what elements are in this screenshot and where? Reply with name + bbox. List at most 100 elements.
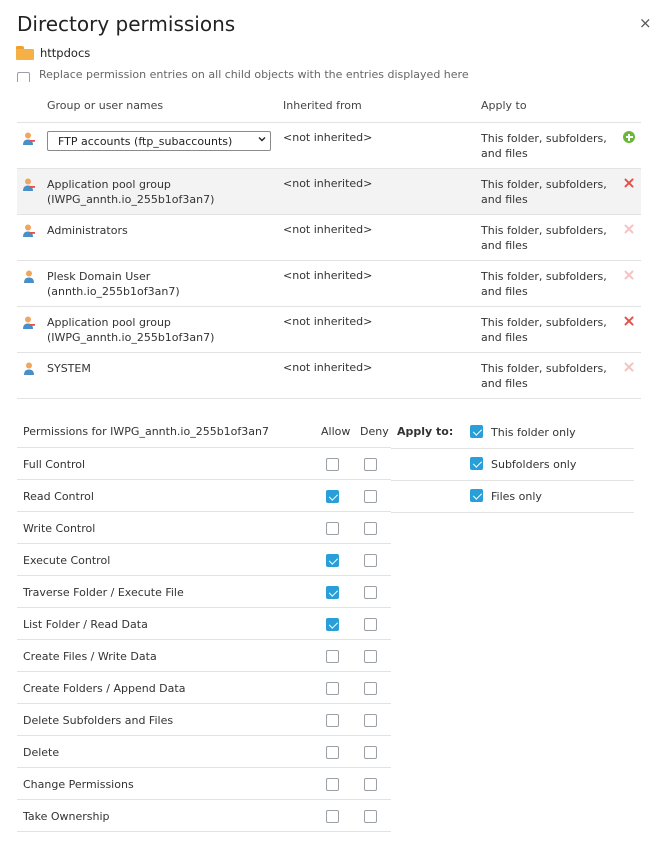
permission-row: Change Permissions xyxy=(17,767,391,799)
deny-checkbox[interactable] xyxy=(364,810,377,823)
permission-row: Create Files / Write Data xyxy=(17,639,391,671)
apply-to-option-label: Subfolders only xyxy=(491,458,577,471)
deny-checkbox[interactable] xyxy=(364,586,377,599)
user-row[interactable]: Application pool group (IWPG_annth.io_255… xyxy=(17,169,641,215)
folder-icon xyxy=(16,46,34,60)
divider xyxy=(17,398,641,399)
permission-label: Take Ownership xyxy=(23,810,110,823)
permission-label: Create Folders / Append Data xyxy=(23,682,186,695)
apply-to-text: This folder, subfolders, and files xyxy=(481,178,607,206)
permissions-header: Permissions for IWPG_annth.io_255b1of3an… xyxy=(17,418,391,446)
user-name: Application pool group (IWPG_annth.io_255… xyxy=(47,316,215,344)
replace-permissions-option[interactable]: Replace permission entries on all child … xyxy=(17,66,637,82)
allow-checkbox[interactable] xyxy=(326,490,339,503)
allow-checkbox[interactable] xyxy=(326,810,339,823)
user-row[interactable]: SYSTEM <not inherited> This folder, subf… xyxy=(17,353,641,399)
allow-checkbox[interactable] xyxy=(326,554,339,567)
apply-to-option-label: This folder only xyxy=(491,426,576,439)
inherited-from: <not inherited> xyxy=(283,315,373,328)
replace-permissions-checkbox[interactable] xyxy=(17,72,30,82)
user-select-value: FTP accounts (ftp_subaccounts) xyxy=(58,135,233,148)
permission-label: Read Control xyxy=(23,490,94,503)
permission-label: Create Files / Write Data xyxy=(23,650,157,663)
user-name: Administrators xyxy=(47,224,128,237)
user-icon xyxy=(24,362,34,375)
deny-checkbox[interactable] xyxy=(364,618,377,631)
permission-row: List Folder / Read Data xyxy=(17,607,391,639)
permission-row: Traverse Folder / Execute File xyxy=(17,575,391,607)
apply-to-text: This folder, subfolders, and files xyxy=(481,362,607,390)
user-name: Application pool group (IWPG_annth.io_255… xyxy=(47,178,215,206)
deny-checkbox[interactable] xyxy=(364,490,377,503)
header-inherited-from: Inherited from xyxy=(283,99,362,112)
permission-label: Traverse Folder / Execute File xyxy=(23,586,184,599)
apply-to-checkbox[interactable] xyxy=(470,425,483,438)
dialog-title: Directory permissions xyxy=(17,12,236,36)
replace-permissions-label: Replace permission entries on all child … xyxy=(39,68,469,81)
permission-label: Change Permissions xyxy=(23,778,134,791)
allow-checkbox[interactable] xyxy=(326,522,339,535)
folder-name: httpdocs xyxy=(40,46,91,60)
user-name: Plesk Domain User (annth.io_255b1of3an7) xyxy=(47,270,180,298)
group-icon xyxy=(23,178,35,191)
apply-to-option[interactable]: This folder only xyxy=(391,416,634,448)
deny-checkbox[interactable] xyxy=(364,458,377,471)
apply-to-checkbox[interactable] xyxy=(470,457,483,470)
allow-checkbox[interactable] xyxy=(326,650,339,663)
allow-checkbox[interactable] xyxy=(326,618,339,631)
permission-row: Create Folders / Append Data xyxy=(17,671,391,703)
deny-checkbox[interactable] xyxy=(364,714,377,727)
permission-label: Write Control xyxy=(23,522,96,535)
add-icon[interactable] xyxy=(623,131,635,143)
apply-to-text: This folder, subfolders, and files xyxy=(481,316,607,344)
apply-to-text: This folder, subfolders, and files xyxy=(481,270,607,298)
inherited-from: <not inherited> xyxy=(283,223,373,236)
inherited-from: <not inherited> xyxy=(283,269,373,282)
deny-checkbox[interactable] xyxy=(364,682,377,695)
allow-checkbox[interactable] xyxy=(326,586,339,599)
allow-checkbox[interactable] xyxy=(326,746,339,759)
inherited-from: <not inherited> xyxy=(283,131,373,144)
group-icon xyxy=(23,316,35,329)
allow-checkbox[interactable] xyxy=(326,458,339,471)
deny-checkbox[interactable] xyxy=(364,746,377,759)
apply-to-checkbox[interactable] xyxy=(470,489,483,502)
deny-checkbox[interactable] xyxy=(364,778,377,791)
folder-breadcrumb: httpdocs xyxy=(16,46,90,60)
user-select-dropdown[interactable]: FTP accounts (ftp_subaccounts) xyxy=(47,131,271,151)
user-name: SYSTEM xyxy=(47,362,91,375)
apply-to-option[interactable]: Subfolders only xyxy=(391,448,634,480)
remove-icon[interactable] xyxy=(623,269,635,281)
remove-icon[interactable] xyxy=(623,177,635,189)
deny-checkbox[interactable] xyxy=(364,522,377,535)
group-icon xyxy=(23,224,35,237)
deny-checkbox[interactable] xyxy=(364,650,377,663)
deny-checkbox[interactable] xyxy=(364,554,377,567)
user-row[interactable]: Plesk Domain User (annth.io_255b1of3an7)… xyxy=(17,261,641,307)
apply-to-option[interactable]: Files only xyxy=(391,480,634,512)
allow-checkbox[interactable] xyxy=(326,714,339,727)
user-row[interactable]: Administrators <not inherited> This fold… xyxy=(17,215,641,261)
apply-to-text: This folder, subfolders, and files xyxy=(481,132,607,160)
permission-row: Read Control xyxy=(17,479,391,511)
apply-to-text: This folder, subfolders, and files xyxy=(481,224,607,252)
allow-checkbox[interactable] xyxy=(326,682,339,695)
remove-icon[interactable] xyxy=(623,315,635,327)
permission-label: Execute Control xyxy=(23,554,111,567)
remove-icon[interactable] xyxy=(623,361,635,373)
deny-column-header: Deny xyxy=(360,425,389,438)
user-icon xyxy=(24,270,34,283)
new-entry-row: FTP accounts (ftp_subaccounts) <not inhe… xyxy=(17,123,641,169)
permission-label: List Folder / Read Data xyxy=(23,618,148,631)
user-row[interactable]: Application pool group (IWPG_annth.io_255… xyxy=(17,307,641,353)
header-apply-to: Apply to xyxy=(481,99,527,112)
permission-row: Take Ownership xyxy=(17,799,391,831)
chevron-down-icon xyxy=(258,137,266,142)
remove-icon[interactable] xyxy=(623,223,635,235)
allow-checkbox[interactable] xyxy=(326,778,339,791)
permission-row: Execute Control xyxy=(17,543,391,575)
permission-label: Delete xyxy=(23,746,60,759)
divider xyxy=(17,831,391,832)
close-icon[interactable]: × xyxy=(639,14,652,32)
permission-row: Full Control xyxy=(17,447,391,479)
